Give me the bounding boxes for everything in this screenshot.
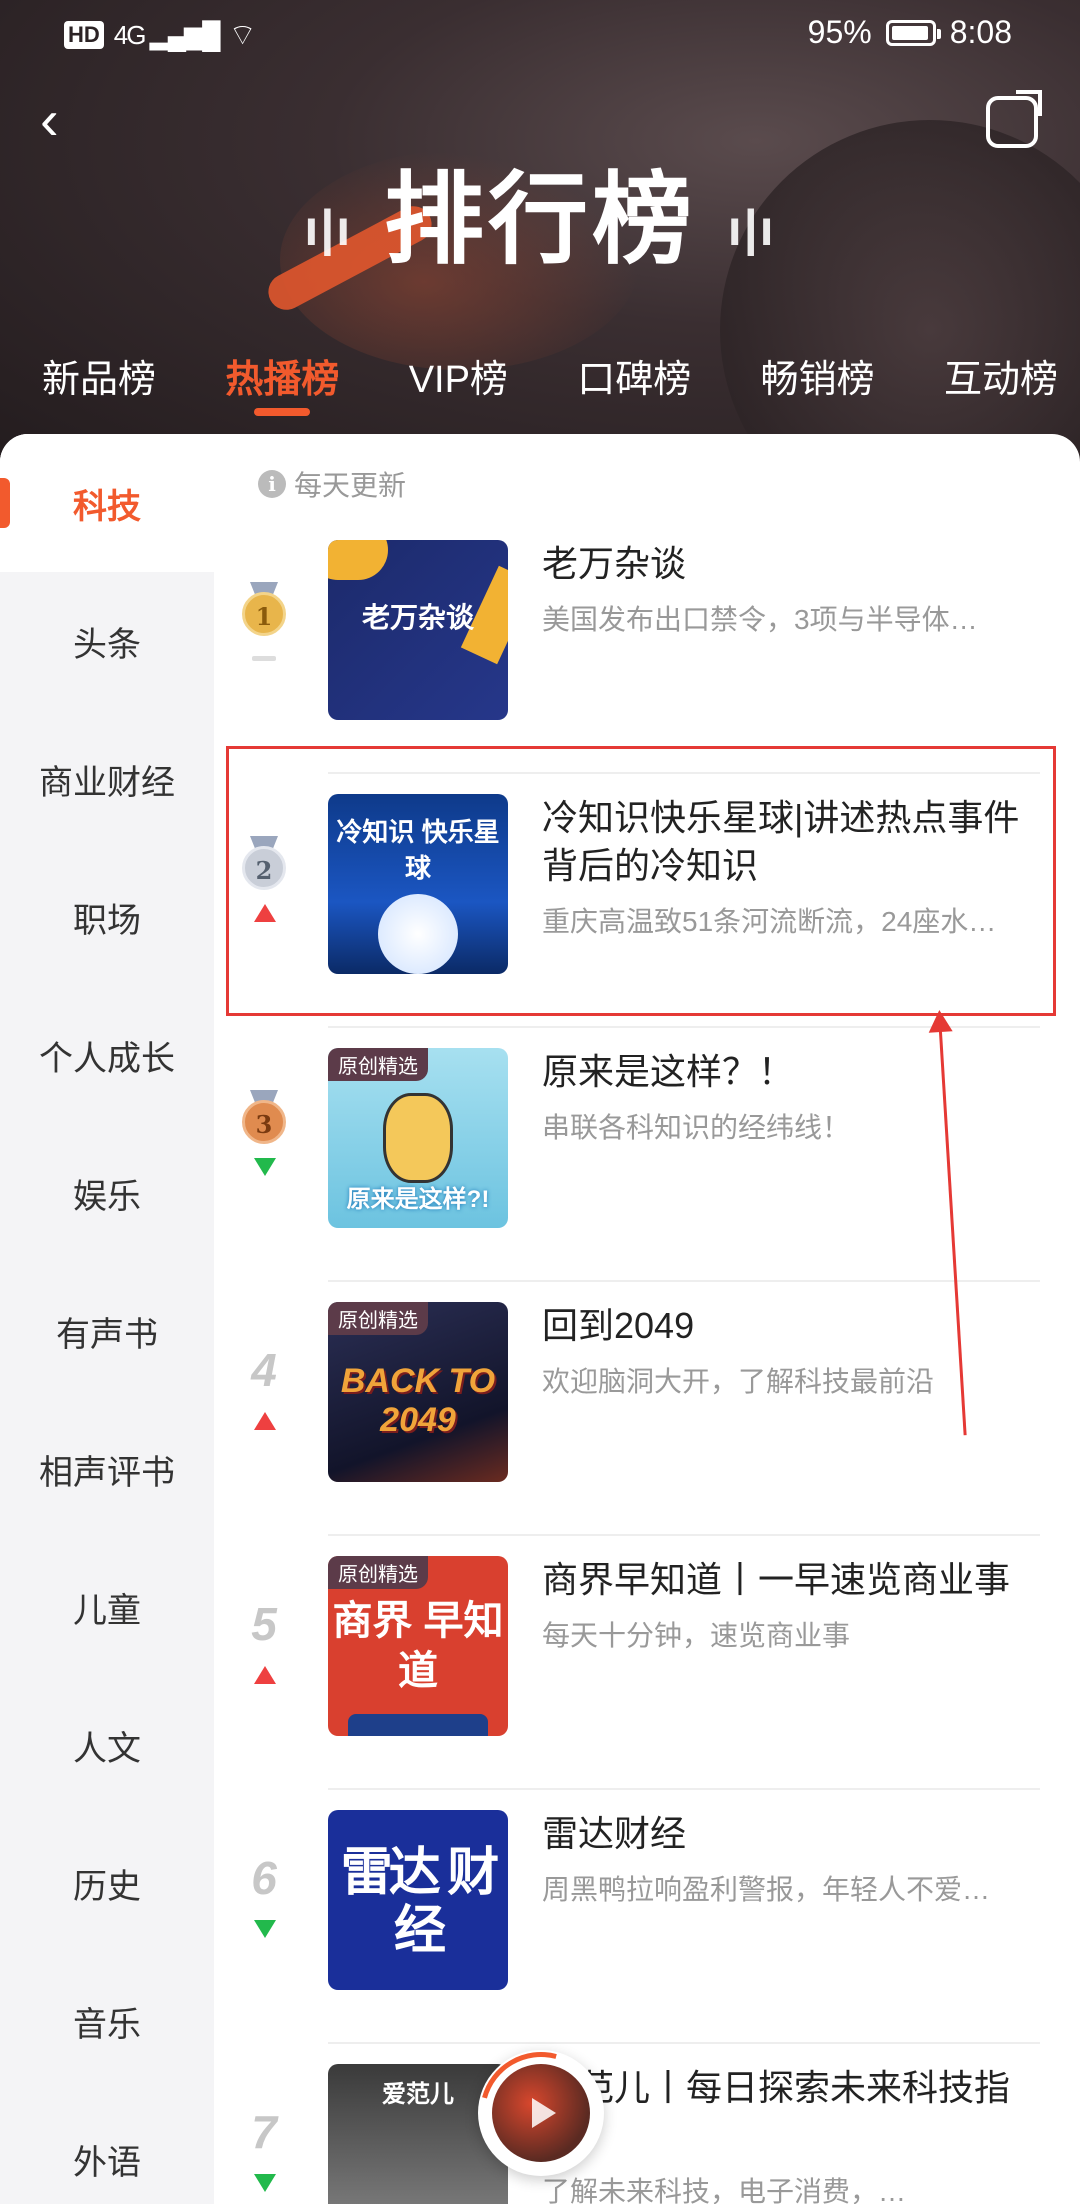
ranking-tabs: 新品榜 热播榜 VIP榜 口碑榜 畅销榜 互动榜 <box>0 350 1080 420</box>
highlight-box <box>226 746 1056 1016</box>
item-title: 回到2049 <box>542 1305 695 1346</box>
sound-wave-icon: ı|ı <box>304 199 353 256</box>
list-item[interactable]: 5 原创精选 商界 早知道 商界早知道丨一早速览商业事 每天十分钟，速览商业事 <box>214 1536 1080 1790</box>
sidebar-item-career[interactable]: 职场 <box>0 848 214 986</box>
rank-indicator: 3 <box>242 1090 286 1176</box>
rank-indicator: 1 <box>242 582 286 668</box>
original-badge: 原创精选 <box>328 1302 428 1335</box>
sidebar-item-growth[interactable]: 个人成长 <box>0 986 214 1124</box>
rank-down-icon <box>242 1918 286 1938</box>
mini-player-button[interactable] <box>457 2029 625 2197</box>
list-item[interactable]: 7 爱范儿 爱范儿丨每日探索未来科技指南 了解未来科技，电子消费，… <box>214 2044 1080 2204</box>
tab-interactive[interactable]: 互动榜 <box>944 350 1058 420</box>
tab-hot[interactable]: 热播榜 <box>225 350 339 420</box>
rank-down-icon <box>242 2172 286 2192</box>
page-title: ı|ı 排行榜 ı|ı <box>304 164 776 276</box>
cover-image: 原创精选 原来是这样?! <box>328 1048 508 1228</box>
header-banner: HD 4G ▂▄▆█ ⌔ 95% 8:08 ‹ ı|ı 排行榜 ı|ı 新品榜 … <box>0 0 1080 470</box>
item-title: 原来是这样？！ <box>542 1051 795 1092</box>
gold-medal-icon: 1 <box>242 582 286 636</box>
sidebar-item-history[interactable]: 历史 <box>0 1814 214 1952</box>
no-change-icon <box>242 648 286 668</box>
list-item[interactable]: 3 原创精选 原来是这样?! 原来是这样？！ 串联各科知识的经纬线！ <box>214 1028 1080 1282</box>
category-sidebar: 科技 头条 商业财经 职场 个人成长 娱乐 有声书 相声评书 儿童 人文 历史 … <box>0 434 214 2204</box>
sidebar-item-crosstalk[interactable]: 相声评书 <box>0 1400 214 1538</box>
cover-image: 原创精选 商界 早知道 <box>328 1556 508 1736</box>
rank-down-icon <box>242 1156 286 1176</box>
list-item[interactable]: 4 原创精选 BACK TO 2049 回到2049 欢迎脑洞大开，了解科技最前… <box>214 1282 1080 1536</box>
sidebar-item-business[interactable]: 商业财经 <box>0 710 214 848</box>
rank-up-icon <box>242 1664 286 1684</box>
tab-bestseller[interactable]: 畅销榜 <box>761 350 875 420</box>
content-panel: 科技 头条 商业财经 职场 个人成长 娱乐 有声书 相声评书 儿童 人文 历史 … <box>0 434 1080 2204</box>
rank-up-icon <box>242 1410 286 1430</box>
rank-indicator: 5 <box>242 1598 286 1684</box>
cover-image: 老万杂谈 <box>328 540 508 720</box>
battery-icon <box>885 19 941 46</box>
item-desc: 了解未来科技，电子消费，… <box>542 2176 907 2204</box>
clock: 8:08 <box>949 14 1012 50</box>
tab-new[interactable]: 新品榜 <box>42 350 156 420</box>
rank-indicator: 7 <box>242 2106 286 2192</box>
status-bar: HD 4G ▂▄▆█ ⌔ 95% 8:08 <box>0 0 1080 70</box>
ranking-list: i 每天更新 1 老万杂谈 老万杂谈 美国发布出口禁令，3项与半导体… 2 冷知… <box>214 434 1080 2204</box>
tab-vip[interactable]: VIP榜 <box>409 350 508 420</box>
item-title: 商界早知道丨一早速览商业事 <box>542 1559 1011 1600</box>
cover-image: 雷达 财经 <box>328 1810 508 1990</box>
sidebar-item-audiobooks[interactable]: 有声书 <box>0 1262 214 1400</box>
item-desc: 周黑鸭拉响盈利警报，年轻人不爱… <box>542 1874 991 1905</box>
sidebar-item-entertainment[interactable]: 娱乐 <box>0 1124 214 1262</box>
sidebar-item-children[interactable]: 儿童 <box>0 1538 214 1676</box>
cover-image: 原创精选 BACK TO 2049 <box>328 1302 508 1482</box>
sidebar-item-headlines[interactable]: 头条 <box>0 572 214 710</box>
battery-percent: 95% <box>807 14 872 50</box>
network-indicator: 4G ▂▄▆█ <box>113 19 221 50</box>
original-badge: 原创精选 <box>328 1556 428 1589</box>
sidebar-item-humanities[interactable]: 人文 <box>0 1676 214 1814</box>
bronze-medal-icon: 3 <box>242 1090 286 1144</box>
list-item[interactable]: 1 老万杂谈 老万杂谈 美国发布出口禁令，3项与半导体… <box>214 520 1080 774</box>
sound-wave-icon: ı|ı <box>727 199 776 256</box>
item-title: 老万杂谈 <box>542 543 687 584</box>
wifi-icon: ⌔ <box>228 19 257 52</box>
item-title: 爱范儿丨每日探索未来科技指南 <box>542 2067 1011 2156</box>
update-notice: i 每天更新 <box>258 464 406 504</box>
info-icon: i <box>258 470 286 498</box>
sidebar-item-music[interactable]: 音乐 <box>0 1952 214 2090</box>
original-badge: 原创精选 <box>328 1048 428 1081</box>
hd-indicator: HD <box>64 21 104 49</box>
item-desc: 串联各科知识的经纬线！ <box>542 1112 851 1143</box>
item-title: 雷达财经 <box>542 1813 687 1854</box>
rank-indicator: 6 <box>242 1852 286 1938</box>
sidebar-item-language[interactable]: 外语 <box>0 2090 214 2204</box>
tab-reputation[interactable]: 口碑榜 <box>577 350 691 420</box>
sidebar-item-tech[interactable]: 科技 <box>0 434 214 572</box>
item-desc: 每天十分钟，速览商业事 <box>542 1620 851 1651</box>
rank-indicator: 4 <box>242 1344 286 1430</box>
item-desc: 美国发布出口禁令，3项与半导体… <box>542 604 978 635</box>
item-desc: 欢迎脑洞大开，了解科技最前沿 <box>542 1366 935 1397</box>
list-item[interactable]: 6 雷达 财经 雷达财经 周黑鸭拉响盈利警报，年轻人不爱… <box>214 1790 1080 2044</box>
